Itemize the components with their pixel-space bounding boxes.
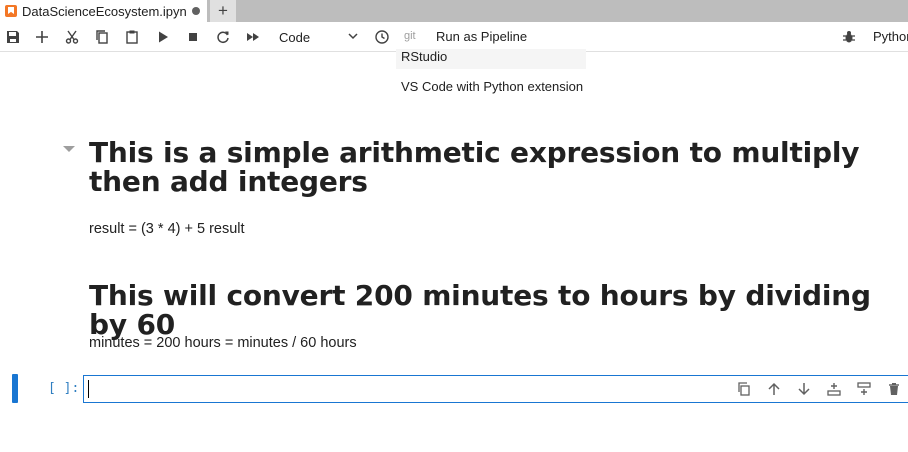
- cut-icon[interactable]: [64, 29, 80, 45]
- notebook-tab[interactable]: DataScienceEcosystem.ipyn: [0, 0, 207, 22]
- chevron-down-icon: [347, 30, 359, 45]
- insert-below-icon[interactable]: [856, 381, 872, 397]
- delete-cell-icon[interactable]: [886, 381, 902, 397]
- run-as-pipeline-button[interactable]: Run as Pipeline: [436, 29, 527, 44]
- notebook-toolbar: Code git Run as Pipeline Python: [0, 22, 908, 52]
- fast-forward-icon[interactable]: [245, 29, 261, 45]
- paste-icon[interactable]: [124, 29, 140, 45]
- duplicate-cell-icon[interactable]: [736, 381, 752, 397]
- unsaved-dot-icon[interactable]: [191, 7, 200, 15]
- add-tab-button[interactable]: +: [210, 0, 236, 22]
- stop-icon[interactable]: [185, 29, 201, 45]
- run-icon[interactable]: [155, 29, 171, 45]
- tab-title: DataScienceEcosystem.ipyn: [22, 3, 187, 19]
- markdown-heading-2: This will convert 200 minutes to hours b…: [89, 279, 871, 341]
- copy-icon[interactable]: [94, 29, 110, 45]
- active-cell-indicator: [12, 374, 18, 403]
- move-up-icon[interactable]: [766, 381, 782, 397]
- clock-icon[interactable]: [374, 29, 390, 45]
- code-cell-prompt: [ ]:: [48, 381, 80, 396]
- text-cursor: [88, 380, 89, 398]
- debugger-bug-icon[interactable]: [841, 29, 857, 45]
- list-item-rstudio: RStudio: [401, 49, 448, 64]
- move-down-icon[interactable]: [796, 381, 812, 397]
- tab-bar: DataScienceEcosystem.ipyn +: [0, 0, 908, 22]
- restart-icon[interactable]: [215, 29, 231, 45]
- cell-type-value: Code: [279, 29, 311, 45]
- save-icon[interactable]: [5, 29, 21, 45]
- code-cell-input[interactable]: [83, 375, 908, 403]
- cell-type-select[interactable]: Code: [279, 28, 359, 46]
- git-label[interactable]: git: [404, 30, 416, 42]
- list-item-vscode: VS Code with Python extension: [401, 79, 584, 94]
- add-cell-icon[interactable]: [34, 29, 50, 45]
- markdown-text-1: result = (3 * 4) + 5 result: [89, 221, 245, 237]
- insert-above-icon[interactable]: [826, 381, 842, 397]
- markdown-text-2: minutes = 200 hours = minutes / 60 hours: [89, 335, 357, 351]
- markdown-heading-1: This is a simple arithmetic expression t…: [89, 136, 860, 198]
- notebook-icon: [5, 5, 17, 17]
- collapse-heading-icon[interactable]: [63, 146, 75, 152]
- kernel-name[interactable]: Python: [873, 29, 908, 44]
